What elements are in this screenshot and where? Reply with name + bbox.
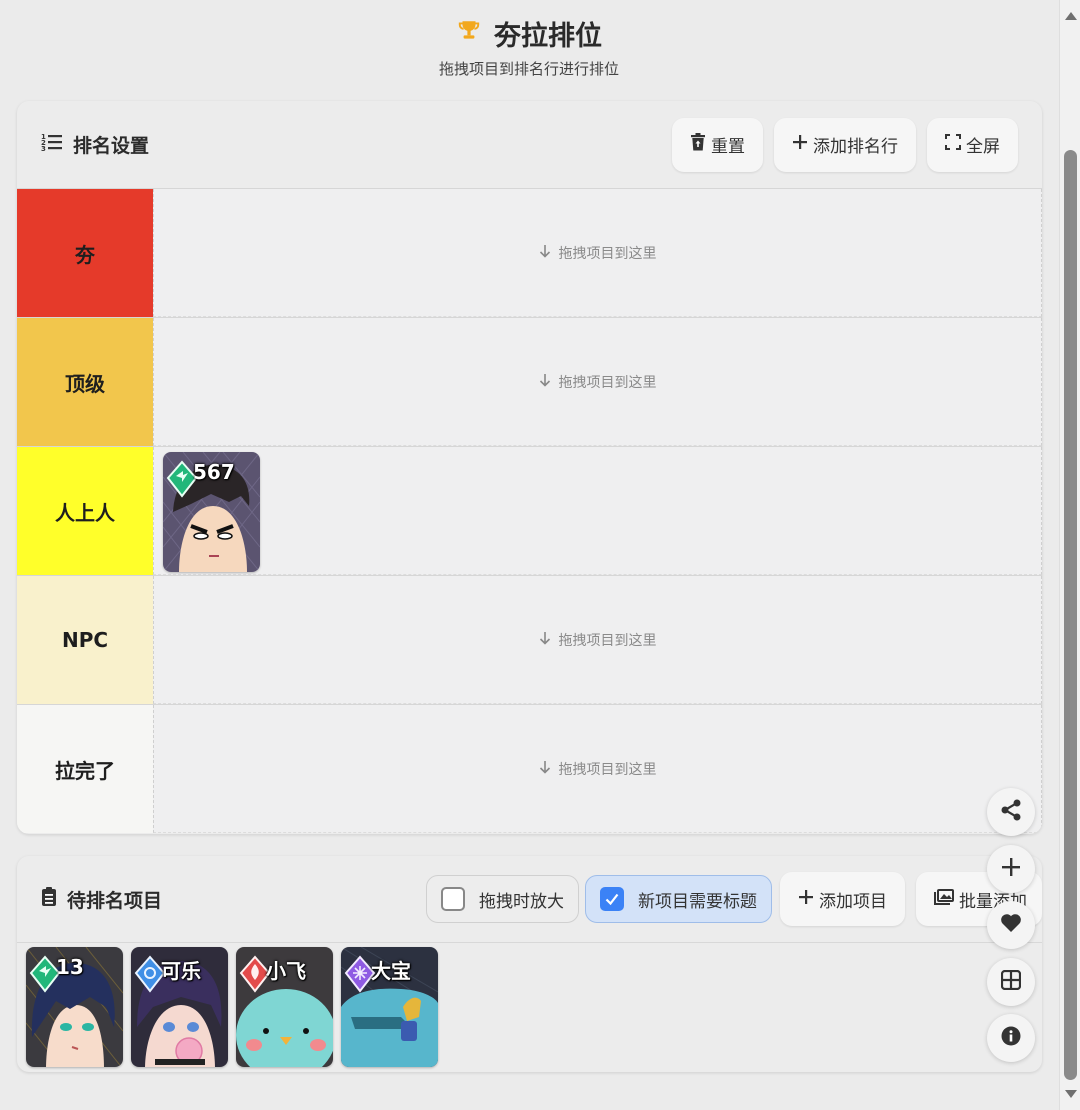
tier-label[interactable]: 夯 [17, 189, 153, 317]
add-row-button[interactable]: 添加排名行 [774, 117, 916, 172]
fullscreen-icon [945, 134, 961, 155]
arrow-down-icon [539, 760, 551, 778]
trash-icon [690, 133, 706, 156]
add-row-button-label: 添加排名行 [813, 137, 898, 157]
drop-hint: 拖拽项目到这里 [539, 243, 657, 263]
zoom-on-drag-label: 拖拽时放大 [479, 891, 564, 912]
favorite-button[interactable] [987, 901, 1035, 949]
tier-drop-zone[interactable]: 567 [153, 447, 1042, 575]
list-ordered-icon: 1 2 3 [41, 132, 63, 157]
arrow-down-icon [539, 373, 551, 391]
share-icon [1000, 799, 1022, 825]
require-title-checkbox[interactable] [600, 887, 624, 911]
arrow-down-icon [539, 631, 551, 649]
page: 夯拉排位 拖拽项目到排名行进行排位 1 2 3 排名设置 重置 添加排名行 全屏… [0, 0, 1058, 1110]
pending-card-title: 待排名项目 [41, 886, 162, 913]
item-title: 13 [56, 955, 84, 979]
page-header: 夯拉排位 拖拽项目到排名行进行排位 [0, 0, 1058, 100]
add-floating-button[interactable] [987, 845, 1035, 893]
clipboard-icon [41, 886, 57, 912]
tier-row: 夯 拖拽项目到这里 [17, 188, 1042, 317]
tier-label[interactable]: 人上人 [17, 447, 153, 575]
drop-hint-text: 拖拽项目到这里 [558, 761, 657, 778]
images-icon [934, 888, 954, 910]
tier-drop-zone[interactable]: 拖拽项目到这里 [153, 576, 1042, 704]
item-card[interactable]: 大宝 [341, 947, 438, 1067]
plus-icon [798, 889, 814, 910]
tier-label[interactable]: 拉完了 [17, 705, 153, 833]
add-item-button[interactable]: 添加项目 [780, 872, 905, 926]
tier-row: 拉完了 拖拽项目到这里 [17, 704, 1042, 833]
fullscreen-button[interactable]: 全屏 [927, 117, 1018, 172]
arrow-down-icon [539, 244, 551, 262]
drop-hint-text: 拖拽项目到这里 [558, 632, 657, 649]
drop-hint-text: 拖拽项目到这里 [558, 245, 657, 262]
tier-card-header: 1 2 3 排名设置 重置 添加排名行 全屏 [17, 101, 1042, 188]
item-card[interactable]: 567 [163, 452, 260, 572]
page-title: 夯拉排位 [494, 20, 602, 52]
zoom-on-drag-checkbox[interactable] [441, 887, 465, 911]
reset-button-label: 重置 [711, 137, 745, 157]
tier-card-title-text: 排名设置 [73, 135, 150, 157]
fullscreen-button-label: 全屏 [966, 137, 1000, 157]
item-title: 567 [193, 460, 235, 484]
zoom-on-drag-toggle[interactable]: 拖拽时放大 [426, 875, 579, 923]
heart-icon [1000, 913, 1022, 937]
require-title-label: 新项目需要标题 [638, 891, 757, 912]
drop-hint: 拖拽项目到这里 [539, 630, 657, 650]
item-card[interactable]: 可乐 [131, 947, 228, 1067]
info-button[interactable] [987, 1014, 1035, 1062]
page-scrollbar[interactable] [1059, 0, 1080, 1110]
svg-text:3: 3 [41, 145, 46, 152]
tier-row: 人上人 567 [17, 446, 1042, 575]
plus-icon [1001, 857, 1021, 881]
item-title: 小飞 [266, 959, 306, 983]
scroll-up-arrow-icon[interactable] [1065, 12, 1077, 20]
drop-hint-text: 拖拽项目到这里 [558, 374, 657, 391]
plus-icon [792, 134, 808, 155]
drop-hint: 拖拽项目到这里 [539, 372, 657, 392]
tier-items: 567 [163, 452, 260, 572]
item-title: 可乐 [161, 959, 201, 983]
add-item-button-label: 添加项目 [819, 891, 887, 912]
info-icon [1001, 1026, 1021, 1050]
item-card[interactable]: 13 [26, 947, 123, 1067]
trophy-icon [456, 18, 482, 48]
pending-items-card: 待排名项目 拖拽时放大 新项目需要标题 添加项目 批量添加 13 可乐 小飞 大… [17, 856, 1042, 1072]
grid-icon [1000, 969, 1022, 994]
checkmark-icon [605, 893, 619, 905]
tier-card-title: 1 2 3 排名设置 [41, 131, 149, 158]
tier-label[interactable]: NPC [17, 576, 153, 704]
reset-button[interactable]: 重置 [672, 117, 763, 172]
item-card[interactable]: 小飞 [236, 947, 333, 1067]
pending-card-title-text: 待排名项目 [67, 889, 163, 912]
tier-drop-zone[interactable]: 拖拽项目到这里 [153, 318, 1042, 446]
share-button[interactable] [987, 788, 1035, 836]
drop-hint: 拖拽项目到这里 [539, 759, 657, 779]
tier-label[interactable]: 顶级 [17, 318, 153, 446]
tier-row: NPC 拖拽项目到这里 [17, 575, 1042, 704]
page-subtitle: 拖拽项目到排名行进行排位 [438, 60, 619, 78]
scroll-down-arrow-icon[interactable] [1065, 1090, 1077, 1098]
tier-row: 顶级 拖拽项目到这里 [17, 317, 1042, 446]
tier-settings-card: 1 2 3 排名设置 重置 添加排名行 全屏 夯 拖拽项目到这里 顶级 拖拽项目… [17, 101, 1042, 834]
require-title-toggle[interactable]: 新项目需要标题 [585, 875, 772, 923]
item-title: 大宝 [371, 959, 411, 983]
grid-view-button[interactable] [987, 958, 1035, 1006]
scrollbar-thumb[interactable] [1064, 150, 1077, 1080]
pending-items-list[interactable]: 13 可乐 小飞 大宝 [17, 942, 1042, 1072]
pending-card-header: 待排名项目 拖拽时放大 新项目需要标题 添加项目 批量添加 [17, 856, 1042, 942]
tier-drop-zone[interactable]: 拖拽项目到这里 [153, 189, 1042, 317]
title-row: 夯拉排位 [0, 14, 1058, 52]
tier-drop-zone[interactable]: 拖拽项目到这里 [153, 705, 1042, 833]
